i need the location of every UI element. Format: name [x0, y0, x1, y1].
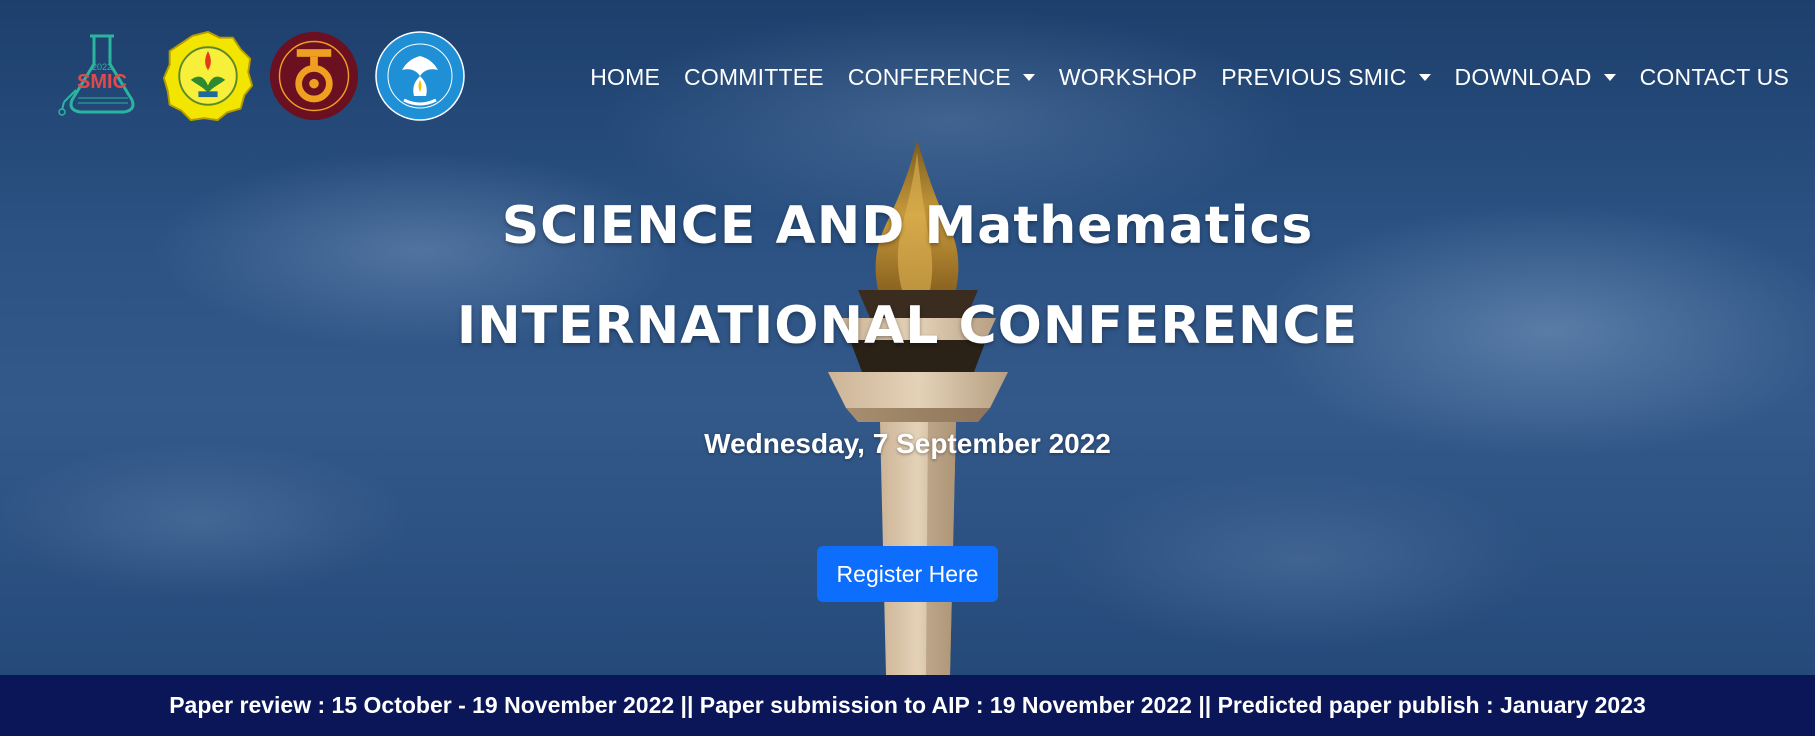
conference-date: Wednesday, 7 September 2022	[704, 428, 1111, 459]
smic-logo-icon: 2022 SMIC	[58, 34, 135, 116]
nav-contact-us[interactable]: CONTACT US	[1640, 64, 1789, 91]
nav-committee[interactable]: COMMITTEE	[684, 64, 824, 91]
kemdikbud-logo[interactable]	[374, 30, 466, 122]
register-button[interactable]: Register Here	[817, 546, 998, 602]
caret-down-icon	[1022, 74, 1035, 81]
logo-group: 2022 SMIC	[56, 30, 466, 122]
navbar: 2022 SMIC HOME COMMITTEE CONFERENCE WORK…	[0, 0, 1815, 160]
svg-text:SMIC: SMIC	[77, 71, 127, 93]
utm-logo[interactable]	[268, 30, 360, 122]
hero-title-line-2: INTERNATIONAL CONFERENCE	[456, 296, 1359, 356]
nav-previous-smic-label: PREVIOUS SMIC	[1221, 64, 1407, 90]
page: 2022 SMIC HOME COMMITTEE CONFERENCE WORK…	[0, 0, 1815, 736]
nav-conference-label: CONFERENCE	[847, 64, 1011, 90]
nav-conference-dropdown[interactable]: CONFERENCE	[848, 64, 1035, 91]
important-dates-banner: Paper review : 15 October - 19 November …	[0, 675, 1815, 736]
nav-download-dropdown[interactable]: DOWNLOAD	[1455, 64, 1616, 91]
main-menu: HOME COMMITTEE CONFERENCE WORKSHOP PREVI…	[590, 64, 1789, 91]
nav-home[interactable]: HOME	[590, 64, 660, 91]
unj-logo[interactable]	[162, 30, 254, 122]
nav-previous-smic-dropdown[interactable]: PREVIOUS SMIC	[1221, 64, 1431, 91]
nav-contact-us-label: CONTACT US	[1639, 64, 1789, 90]
tut-wuri-handayani-icon	[375, 31, 465, 121]
important-dates-text: Paper review : 15 October - 19 November …	[169, 692, 1646, 718]
nav-workshop[interactable]: WORKSHOP	[1059, 64, 1197, 91]
unj-emblem-icon	[162, 30, 254, 122]
caret-down-icon	[1418, 74, 1431, 81]
nav-workshop-label: WORKSHOP	[1058, 64, 1198, 90]
utm-emblem-icon	[269, 31, 359, 121]
nav-download-label: DOWNLOAD	[1454, 64, 1592, 90]
hero-title-line-1: SCIENCE AND Mathematics	[501, 196, 1314, 256]
nav-home-label: HOME	[590, 64, 661, 90]
caret-down-icon	[1603, 74, 1616, 81]
nav-committee-label: COMMITTEE	[684, 64, 824, 90]
smic-2022-logo[interactable]: 2022 SMIC	[56, 30, 148, 122]
